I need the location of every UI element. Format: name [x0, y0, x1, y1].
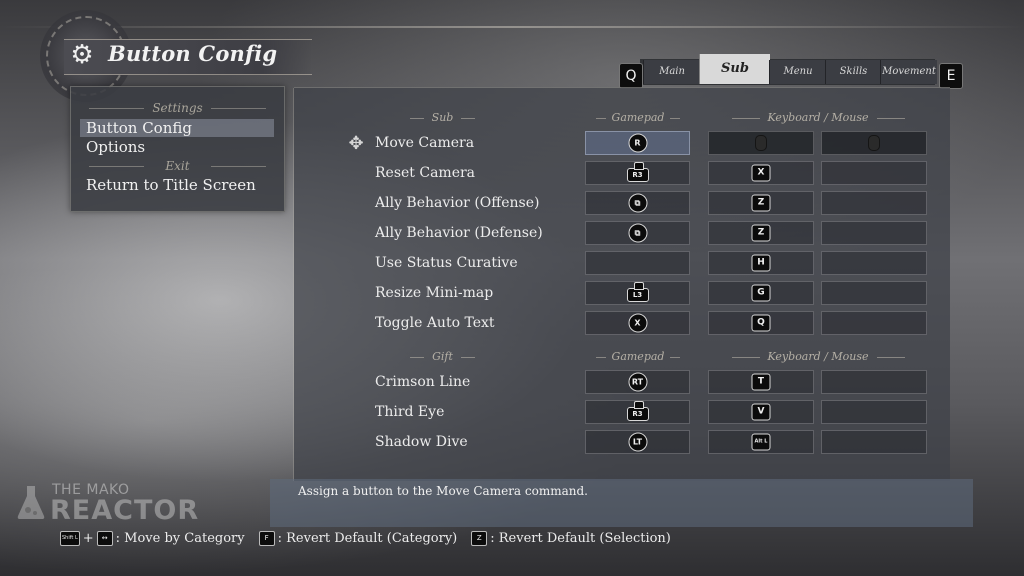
keyboard-binding-slot-1[interactable]: V	[708, 400, 814, 424]
gamepad-binding-slot[interactable]: R3	[585, 400, 690, 424]
gamepad-binding-slot[interactable]: ⧉	[585, 221, 690, 245]
keyboard-binding-slot-2[interactable]	[821, 370, 927, 394]
hint-revert-selection: Z : Revert Default (Selection)	[471, 530, 671, 546]
keyboard-key-icon: Q	[751, 314, 771, 332]
binding-label[interactable]: Shadow Dive	[375, 430, 468, 454]
gamepad-button-icon: X	[628, 313, 647, 333]
hint-label: : Move by Category	[115, 530, 245, 546]
gamepad-button-icon: LT	[628, 432, 647, 452]
right-stick-icon: R	[628, 133, 647, 153]
keyboard-binding-slot-2[interactable]	[821, 221, 927, 245]
gamepad-binding-slot[interactable]: ⧉	[585, 191, 690, 215]
keyboard-binding-slot-1[interactable]: T	[708, 370, 814, 394]
keyboard-binding-slot-1[interactable]: X	[708, 161, 814, 185]
gamepad-binding-slot[interactable]: LT	[585, 430, 690, 454]
flask-logo-icon	[17, 486, 45, 519]
menu-heading-exit: Exit	[71, 159, 284, 173]
binding-label[interactable]: Reset Camera	[375, 161, 475, 185]
prev-tab-key[interactable]: Q	[619, 63, 643, 89]
description-text: Assign a button to the Move Camera comma…	[298, 484, 588, 498]
column-header-keyboard-mouse: Keyboard / Mouse	[708, 350, 928, 363]
keyboard-binding-slot-2[interactable]	[821, 131, 927, 155]
keyboard-key-icon: G	[751, 284, 771, 302]
keyboard-key-icon: T	[751, 373, 771, 391]
menu-item-button-config[interactable]: Button Config	[80, 119, 274, 137]
plus-sign: +	[82, 530, 94, 546]
binding-label[interactable]: Resize Mini-map	[375, 281, 493, 305]
binding-label[interactable]: Ally Behavior (Offense)	[375, 191, 539, 215]
tab-menu[interactable]: Menu	[769, 60, 826, 84]
keyboard-binding-slot-1[interactable]: Alt L	[708, 430, 814, 454]
menu-item-options[interactable]: Options	[80, 138, 274, 156]
tab-skills[interactable]: Skills	[825, 60, 881, 84]
watermark-line2: REACTOR	[50, 495, 200, 526]
keyboard-binding-slot-1[interactable]: H	[708, 251, 814, 275]
keyboard-key-icon: H	[751, 254, 771, 272]
binding-label[interactable]: Move Camera	[375, 131, 474, 155]
gamepad-binding-slot[interactable]: RT	[585, 370, 690, 394]
keyboard-binding-slot-1[interactable]: Z	[708, 221, 814, 245]
keyboard-binding-slot-1[interactable]: Q	[708, 311, 814, 335]
hint-move-by-category: Shift L + ↔ : Move by Category	[60, 530, 245, 546]
keyboard-binding-slot-2[interactable]	[821, 191, 927, 215]
column-header-gamepad: Gamepad	[585, 350, 691, 363]
binding-label[interactable]: Use Status Curative	[375, 251, 518, 275]
selection-cursor-icon: ✥	[348, 133, 364, 154]
shift-key-icon: Shift L	[60, 530, 80, 546]
footer-hints: Shift L + ↔ : Move by Category F : Rever…	[60, 529, 685, 547]
binding-label[interactable]: Toggle Auto Text	[375, 311, 495, 335]
keyboard-key-icon: V	[751, 403, 771, 421]
section-header-gift: Gift	[355, 350, 530, 363]
gamepad-binding-slot[interactable]: L3	[585, 281, 690, 305]
f-key-icon: F	[258, 530, 275, 546]
keyboard-key-icon: Z	[751, 194, 771, 212]
keyboard-binding-slot-2[interactable]	[821, 311, 927, 335]
gamepad-binding-slot[interactable]: R3	[585, 161, 690, 185]
keyboard-binding-slot-2[interactable]	[821, 251, 927, 275]
binding-label[interactable]: Third Eye	[375, 400, 444, 424]
keyboard-binding-slot-1[interactable]: Z	[708, 191, 814, 215]
gamepad-binding-slot[interactable]: X	[585, 311, 690, 335]
keyboard-key-icon: Alt L	[751, 433, 771, 451]
stick-press-icon: L3	[626, 281, 649, 302]
keyboard-binding-slot-2[interactable]	[821, 281, 927, 305]
menu-item-return-to-title[interactable]: Return to Title Screen	[80, 176, 274, 194]
stick-press-icon: R3	[626, 400, 649, 421]
mouse-icon	[868, 135, 880, 151]
column-header-gamepad: Gamepad	[585, 111, 691, 124]
hint-label: : Revert Default (Category)	[277, 530, 458, 546]
menu-heading-settings: Settings	[71, 101, 284, 115]
hint-label: : Revert Default (Selection)	[490, 530, 671, 546]
keyboard-binding-slot-1[interactable]: G	[708, 281, 814, 305]
tab-movement[interactable]: Movement	[880, 60, 937, 84]
z-key-icon: Z	[471, 530, 488, 546]
gamepad-binding-slot[interactable]: R	[585, 131, 690, 155]
tab-main[interactable]: Main	[643, 60, 700, 84]
dpad-icon: ↔	[96, 530, 113, 546]
hint-revert-category: F : Revert Default (Category)	[258, 530, 458, 546]
page-title: Button Config	[108, 41, 278, 66]
stick-press-icon: R3	[626, 161, 649, 182]
settings-menu: Settings Button Config Options Exit Retu…	[70, 86, 285, 212]
gear-icon: ⚙	[70, 40, 94, 70]
gamepad-button-icon: ⧉	[628, 223, 647, 243]
gamepad-button-icon: ⧉	[628, 193, 647, 213]
keyboard-key-icon: X	[751, 164, 771, 182]
gamepad-binding-slot[interactable]	[585, 251, 690, 275]
binding-label[interactable]: Crimson Line	[375, 370, 470, 394]
keyboard-binding-slot-2[interactable]	[821, 430, 927, 454]
gamepad-button-icon: RT	[628, 372, 647, 392]
column-header-keyboard-mouse: Keyboard / Mouse	[708, 111, 928, 124]
keyboard-binding-slot-1[interactable]	[708, 131, 814, 155]
tab-sub[interactable]: Sub	[699, 54, 770, 84]
keyboard-key-icon: Z	[751, 224, 771, 242]
section-header-sub: Sub	[355, 111, 530, 124]
top-ornament-line	[0, 26, 1024, 28]
next-tab-key[interactable]: E	[939, 63, 963, 89]
binding-label[interactable]: Ally Behavior (Defense)	[375, 221, 543, 245]
keyboard-binding-slot-2[interactable]	[821, 400, 927, 424]
keyboard-binding-slot-2[interactable]	[821, 161, 927, 185]
mouse-icon	[755, 135, 767, 151]
